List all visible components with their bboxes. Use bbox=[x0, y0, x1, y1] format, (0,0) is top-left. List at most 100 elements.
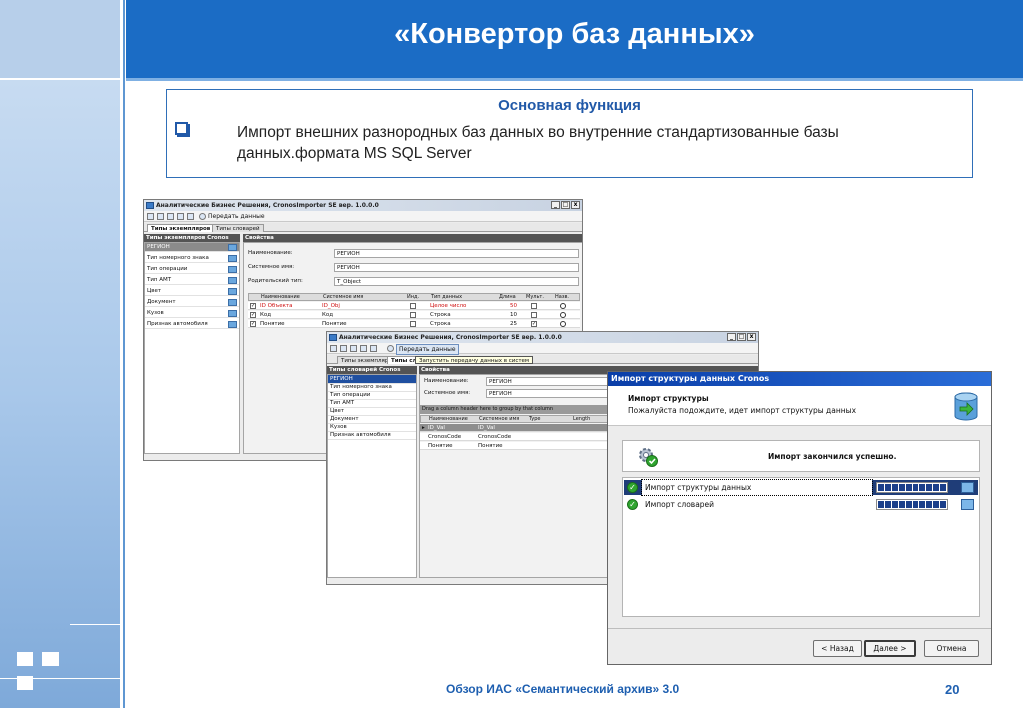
multi-checkbox[interactable]: ✓ bbox=[531, 321, 537, 327]
minimize-icon[interactable]: _ bbox=[727, 333, 736, 341]
maximize-icon[interactable]: □ bbox=[737, 333, 746, 341]
index-checkbox[interactable] bbox=[410, 312, 416, 318]
edit-icon[interactable] bbox=[228, 244, 237, 251]
column-header[interactable]: Length bbox=[573, 416, 590, 423]
tab-row: Типы экземпляров Типы слов Запустить пер… bbox=[327, 355, 758, 364]
task-label: Импорт словарей bbox=[645, 500, 715, 509]
task-item[interactable]: ✓ Импорт структуры данных bbox=[624, 479, 978, 496]
transfer-data-button[interactable]: Передать данные bbox=[396, 344, 459, 355]
type-list: РЕГИОН Тип номерного знака Тип операции … bbox=[327, 374, 417, 578]
edit-icon[interactable] bbox=[228, 277, 237, 284]
column-header[interactable]: Назв. bbox=[555, 294, 569, 301]
edit-icon[interactable] bbox=[228, 266, 237, 273]
column-header[interactable]: Наименование bbox=[261, 294, 300, 301]
transfer-icon[interactable] bbox=[199, 213, 206, 220]
list-item[interactable]: Документ bbox=[145, 298, 239, 307]
close-icon[interactable]: x bbox=[747, 333, 756, 341]
column-header[interactable]: Инд. bbox=[407, 294, 419, 301]
name-radio[interactable] bbox=[560, 312, 566, 318]
next-button[interactable]: Далее > bbox=[864, 640, 916, 657]
gear-success-icon bbox=[639, 448, 658, 467]
name-radio[interactable] bbox=[560, 321, 566, 327]
column-header[interactable]: Тип данных bbox=[431, 294, 462, 301]
new-icon[interactable] bbox=[177, 213, 184, 220]
transfer-data-button[interactable]: Передать данные bbox=[208, 211, 265, 222]
column-header[interactable]: Мульт. bbox=[526, 294, 544, 301]
close-icon[interactable]: x bbox=[571, 201, 580, 209]
column-header[interactable]: Type bbox=[529, 416, 540, 423]
list-item-label: Цвет bbox=[147, 288, 162, 294]
cell: CronosCode bbox=[428, 434, 462, 440]
minimize-icon[interactable]: _ bbox=[551, 201, 560, 209]
edit-icon[interactable] bbox=[228, 288, 237, 295]
left-panel-header: Типы экземпляров Cronos bbox=[144, 234, 240, 242]
tab-dictionary-types[interactable]: Типы словарей bbox=[212, 224, 264, 232]
cell: ID_Val bbox=[428, 425, 445, 431]
page-number: 20 bbox=[945, 682, 960, 697]
bullet-text: Импорт внешних разнородных баз данных во… bbox=[237, 124, 839, 162]
column-header[interactable]: Наименование bbox=[429, 416, 468, 423]
maximize-icon[interactable]: □ bbox=[561, 201, 570, 209]
cell: Код bbox=[260, 312, 272, 318]
import-dialog: Импорт структуры данных Cronos Импорт ст… bbox=[607, 371, 992, 665]
list-item[interactable]: Тип АМТ bbox=[145, 276, 239, 285]
task-item[interactable]: ✓ Импорт словарей bbox=[624, 497, 978, 512]
save-icon[interactable] bbox=[350, 345, 357, 352]
name-field[interactable]: РЕГИОН bbox=[334, 249, 579, 258]
progress-bar bbox=[876, 482, 948, 493]
check-icon: ✓ bbox=[627, 499, 638, 510]
edit-icon[interactable] bbox=[228, 310, 237, 317]
multi-checkbox[interactable] bbox=[531, 312, 537, 318]
parent-type-field[interactable]: T_Object bbox=[334, 277, 579, 286]
table-row[interactable]: ✓ ID Объекта ID_Obj Целое число 50 bbox=[248, 302, 580, 310]
properties-header: Свойства bbox=[243, 234, 582, 242]
column-header[interactable]: Системное имя bbox=[479, 416, 519, 423]
back-button[interactable]: < Назад bbox=[813, 640, 862, 657]
cell: Понятие bbox=[478, 443, 503, 449]
transfer-icon[interactable] bbox=[387, 345, 394, 352]
cancel-button[interactable]: Отмена bbox=[924, 640, 979, 657]
list-item[interactable]: Тип номерного знака bbox=[145, 254, 239, 263]
row-checkbox[interactable]: ✓ bbox=[250, 312, 256, 318]
window-title: Аналитические Бизнес Решения, CronosImpo… bbox=[339, 334, 562, 341]
list-item[interactable]: Кузов bbox=[145, 309, 239, 318]
details-icon[interactable] bbox=[961, 499, 974, 510]
open-icon[interactable] bbox=[157, 213, 164, 220]
edit-icon[interactable] bbox=[228, 255, 237, 262]
copy-icon[interactable] bbox=[187, 213, 194, 220]
list-item[interactable]: Цвет bbox=[145, 287, 239, 296]
open-icon[interactable] bbox=[340, 345, 347, 352]
table-row[interactable]: ✓ Код Код Строка 10 bbox=[248, 311, 580, 319]
copy-icon[interactable] bbox=[370, 345, 377, 352]
column-header[interactable]: Длина bbox=[499, 294, 516, 301]
multi-checkbox[interactable] bbox=[531, 303, 537, 309]
list-item[interactable]: Тип операции bbox=[145, 265, 239, 274]
list-item[interactable]: РЕГИОН bbox=[145, 243, 239, 252]
details-icon[interactable] bbox=[961, 482, 974, 493]
check-icon: ✓ bbox=[627, 482, 638, 493]
list-item[interactable]: Признак автомобиля bbox=[145, 320, 239, 329]
system-name-field[interactable]: РЕГИОН bbox=[334, 263, 579, 272]
box-title: Основная функция bbox=[498, 97, 641, 114]
new-icon[interactable] bbox=[360, 345, 367, 352]
save-icon[interactable] bbox=[167, 213, 174, 220]
list-item[interactable]: Признак автомобиля bbox=[328, 431, 416, 440]
index-checkbox[interactable] bbox=[410, 321, 416, 327]
cell: ID_Obj bbox=[322, 303, 340, 309]
decor-line bbox=[0, 78, 123, 80]
column-header[interactable]: Системное имя bbox=[323, 294, 363, 301]
table-row[interactable]: ✓ Понятие Понятие Строка 25 ✓ bbox=[248, 320, 580, 328]
index-checkbox[interactable] bbox=[410, 303, 416, 309]
list-item-label: Кузов bbox=[147, 310, 164, 316]
refresh-icon[interactable] bbox=[330, 345, 337, 352]
dialog-header: Импорт структуры Пожалуйста подождите, и… bbox=[608, 386, 991, 426]
dialog-subheading: Пожалуйста подождите, идет импорт структ… bbox=[628, 406, 857, 415]
app-icon bbox=[329, 334, 337, 341]
row-checkbox[interactable]: ✓ bbox=[250, 303, 256, 309]
name-radio[interactable] bbox=[560, 303, 566, 309]
tab-instance-types[interactable]: Типы экземпляров bbox=[147, 224, 215, 232]
refresh-icon[interactable] bbox=[147, 213, 154, 220]
edit-icon[interactable] bbox=[228, 299, 237, 306]
row-checkbox[interactable]: ✓ bbox=[250, 321, 256, 327]
edit-icon[interactable] bbox=[228, 321, 237, 328]
